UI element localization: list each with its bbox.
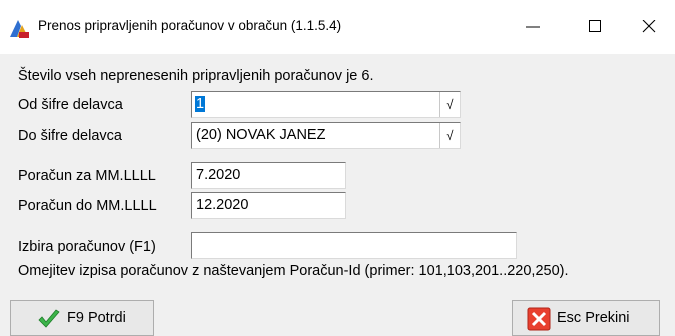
do-sifre-value: (20) NOVAK JANEZ [196,127,326,143]
izbira-input[interactable] [191,232,517,259]
od-sifre-value: 1 [195,96,206,112]
app-logo-icon [8,17,30,39]
confirm-button-label: F9 Potrdi [67,310,126,326]
do-sifre-field[interactable]: (20) NOVAK JANEZ √ [191,122,461,149]
poracun-za-value: 7.2020 [196,167,241,183]
minimize-button[interactable] [511,10,557,44]
checkmark-icon [37,307,61,331]
title-bar[interactable]: Prenos pripravljenih poračunov v obračun… [0,0,675,54]
od-sifre-field[interactable]: 1 √ [191,91,461,118]
cancel-button[interactable]: Esc Prekini [512,300,660,336]
do-sifre-label: Do šifre delavca [18,128,122,144]
poracun-za-label: Poračun za MM.LLLL [18,168,156,184]
od-sifre-label: Od šifre delavca [18,97,123,113]
dialog-content: Število vseh neprenesenih pripravljenih … [0,54,675,336]
poracun-do-label: Poračun do MM.LLLL [18,198,157,214]
info-text: Število vseh neprenesenih pripravljenih … [18,68,374,84]
minimize-icon [526,26,540,28]
poracun-do-value: 12.2020 [196,197,249,213]
poracun-do-input[interactable]: 12.2020 [191,192,346,219]
close-icon [642,20,656,33]
od-sifre-dropdown-icon[interactable]: √ [439,92,460,117]
maximize-icon [589,20,601,32]
do-sifre-dropdown-icon[interactable]: √ [439,123,460,148]
confirm-button[interactable]: F9 Potrdi [10,300,154,336]
close-button[interactable] [627,10,673,44]
izbira-label: Izbira poračunov (F1) [18,239,156,255]
cancel-button-label: Esc Prekini [557,310,630,326]
hint-text: Omejitev izpisa poračunov z naštevanjem … [18,263,569,279]
cancel-x-icon [527,307,551,331]
poracun-za-input[interactable]: 7.2020 [191,162,346,189]
window-title: Prenos pripravljenih poračunov v obračun… [38,18,342,33]
maximize-button[interactable] [573,10,619,44]
